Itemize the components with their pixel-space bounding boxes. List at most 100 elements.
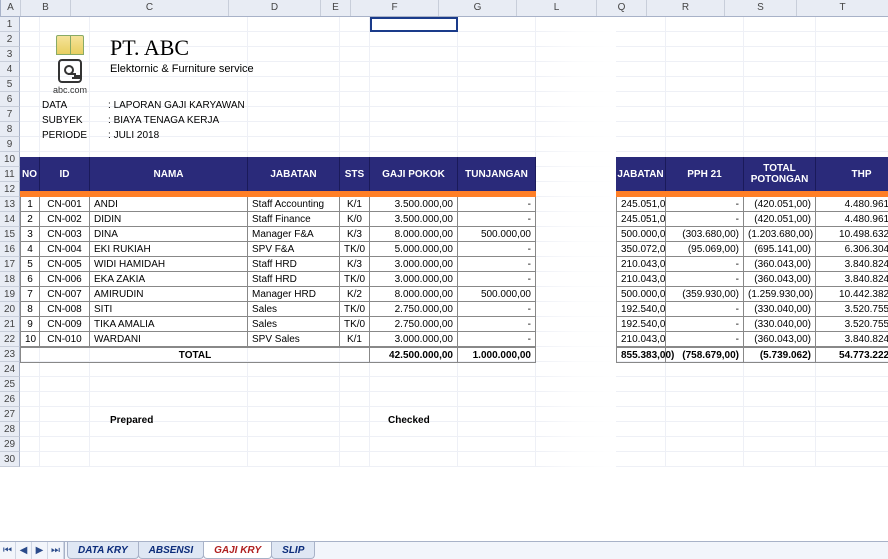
cell[interactable]: 210.043,00)	[616, 257, 666, 272]
table-row[interactable]: 210.043,00)-(360.043,00)3.840.824,00	[616, 332, 888, 347]
cell[interactable]: 3.000.000,00	[370, 257, 458, 272]
column-header-E[interactable]: E	[321, 0, 351, 16]
cell[interactable]: 6.306.304,00	[816, 242, 888, 257]
row-header-2[interactable]: 2	[0, 32, 20, 47]
sheet-tab[interactable]: SLIP	[271, 542, 315, 559]
cell[interactable]: K/1	[340, 197, 370, 212]
cell[interactable]: (1.203.680,00)	[744, 227, 816, 242]
cell[interactable]: 4	[20, 242, 40, 257]
sheet-nav-prev[interactable]: ◀	[16, 542, 32, 559]
table-row[interactable]: 210.043,00)-(360.043,00)3.840.824,00	[616, 272, 888, 287]
cell[interactable]: 3	[20, 227, 40, 242]
cell[interactable]: -	[458, 272, 536, 287]
table-row[interactable]: 1CN-001ANDIStaff AccountingK/13.500.000,…	[20, 197, 536, 212]
row-header-18[interactable]: 18	[0, 272, 20, 287]
cell[interactable]: Manager HRD	[248, 287, 340, 302]
row-header-12[interactable]: 12	[0, 182, 20, 197]
cell[interactable]: 4.480.961,00	[816, 212, 888, 227]
row-header-10[interactable]: 10	[0, 152, 20, 167]
cell[interactable]: K/3	[340, 257, 370, 272]
cell[interactable]: 10.498.632,00	[816, 227, 888, 242]
cell[interactable]: TK/0	[340, 242, 370, 257]
cell[interactable]: CN-009	[40, 317, 90, 332]
sheet-tab[interactable]: GAJI KRY	[203, 542, 272, 559]
table-row[interactable]: 5CN-005WIDI HAMIDAHStaff HRDK/33.000.000…	[20, 257, 536, 272]
cell[interactable]: CN-003	[40, 227, 90, 242]
table-row[interactable]: 192.540,00)-(330.040,00)3.520.755,00	[616, 302, 888, 317]
cell[interactable]: 10	[20, 332, 40, 347]
row-header-3[interactable]: 3	[0, 47, 20, 62]
cell[interactable]: TIKA AMALIA	[90, 317, 248, 332]
cell[interactable]: 9	[20, 317, 40, 332]
cell[interactable]: 7	[20, 287, 40, 302]
cell[interactable]: (420.051,00)	[744, 197, 816, 212]
table-row[interactable]: 245.051,00)-(420.051,00)4.480.961,00	[616, 197, 888, 212]
cell[interactable]: DINA	[90, 227, 248, 242]
row-header-14[interactable]: 14	[0, 212, 20, 227]
cell[interactable]: 192.540,00)	[616, 317, 666, 332]
cell[interactable]: -	[458, 302, 536, 317]
table-row[interactable]: 500.000,00)(303.680,00)(1.203.680,00)10.…	[616, 227, 888, 242]
cell[interactable]: CN-004	[40, 242, 90, 257]
cell[interactable]: SPV Sales	[248, 332, 340, 347]
cell[interactable]: 3.500.000,00	[370, 197, 458, 212]
table-row[interactable]: 2CN-002DIDINStaff FinanceK/03.500.000,00…	[20, 212, 536, 227]
cell[interactable]: SITI	[90, 302, 248, 317]
cell[interactable]: -	[458, 257, 536, 272]
sheet-nav-first[interactable]: ⏮	[0, 542, 16, 559]
table-row[interactable]: 4CN-004EKI RUKIAHSPV F&ATK/05.000.000,00…	[20, 242, 536, 257]
cell[interactable]: Sales	[248, 302, 340, 317]
cell[interactable]: 210.043,00)	[616, 332, 666, 347]
cell[interactable]: 245.051,00)	[616, 197, 666, 212]
row-header-29[interactable]: 29	[0, 437, 20, 452]
cell[interactable]: CN-010	[40, 332, 90, 347]
cell[interactable]: Sales	[248, 317, 340, 332]
cell[interactable]: -	[458, 317, 536, 332]
cell[interactable]: 2.750.000,00	[370, 302, 458, 317]
row-header-5[interactable]: 5	[0, 77, 20, 92]
cell[interactable]: -	[666, 212, 744, 227]
cell[interactable]: Staff Finance	[248, 212, 340, 227]
cell[interactable]: TK/0	[340, 317, 370, 332]
row-header-30[interactable]: 30	[0, 452, 20, 467]
table-row[interactable]: 8CN-008SITISalesTK/02.750.000,00-	[20, 302, 536, 317]
cell[interactable]: SPV F&A	[248, 242, 340, 257]
column-header-Q[interactable]: Q	[597, 0, 647, 16]
row-header-25[interactable]: 25	[0, 377, 20, 392]
row-header-26[interactable]: 26	[0, 392, 20, 407]
cell[interactable]: 500.000,00)	[616, 227, 666, 242]
cell[interactable]: 5.000.000,00	[370, 242, 458, 257]
cell[interactable]: -	[458, 197, 536, 212]
cell[interactable]: WARDANI	[90, 332, 248, 347]
row-header-11[interactable]: 11	[0, 167, 20, 182]
cell[interactable]: 2	[20, 212, 40, 227]
column-header-S[interactable]: S	[725, 0, 797, 16]
cell[interactable]: 3.520.755,00	[816, 302, 888, 317]
cell[interactable]: TK/0	[340, 272, 370, 287]
cell[interactable]: Staff HRD	[248, 257, 340, 272]
cell[interactable]: TK/0	[340, 302, 370, 317]
cell[interactable]: (330.040,00)	[744, 302, 816, 317]
cell[interactable]: 500.000,00	[458, 287, 536, 302]
cell[interactable]: AMIRUDIN	[90, 287, 248, 302]
cell[interactable]: CN-006	[40, 272, 90, 287]
cell[interactable]: K/0	[340, 212, 370, 227]
row-header-4[interactable]: 4	[0, 62, 20, 77]
cell[interactable]: -	[458, 242, 536, 257]
cell[interactable]: -	[666, 257, 744, 272]
column-header-C[interactable]: C	[71, 0, 229, 16]
row-header-24[interactable]: 24	[0, 362, 20, 377]
cell[interactable]: EKI RUKIAH	[90, 242, 248, 257]
row-header-1[interactable]: 1	[0, 17, 20, 32]
cell[interactable]: ANDI	[90, 197, 248, 212]
column-header-B[interactable]: B	[21, 0, 71, 16]
cell[interactable]: WIDI HAMIDAH	[90, 257, 248, 272]
cell[interactable]: 3.840.824,00	[816, 257, 888, 272]
cell[interactable]: K/1	[340, 332, 370, 347]
cell[interactable]: Manager F&A	[248, 227, 340, 242]
cell[interactable]: DIDIN	[90, 212, 248, 227]
cell[interactable]: (1.259.930,00)	[744, 287, 816, 302]
cell[interactable]: -	[666, 332, 744, 347]
row-header-8[interactable]: 8	[0, 122, 20, 137]
column-header-R[interactable]: R	[647, 0, 725, 16]
